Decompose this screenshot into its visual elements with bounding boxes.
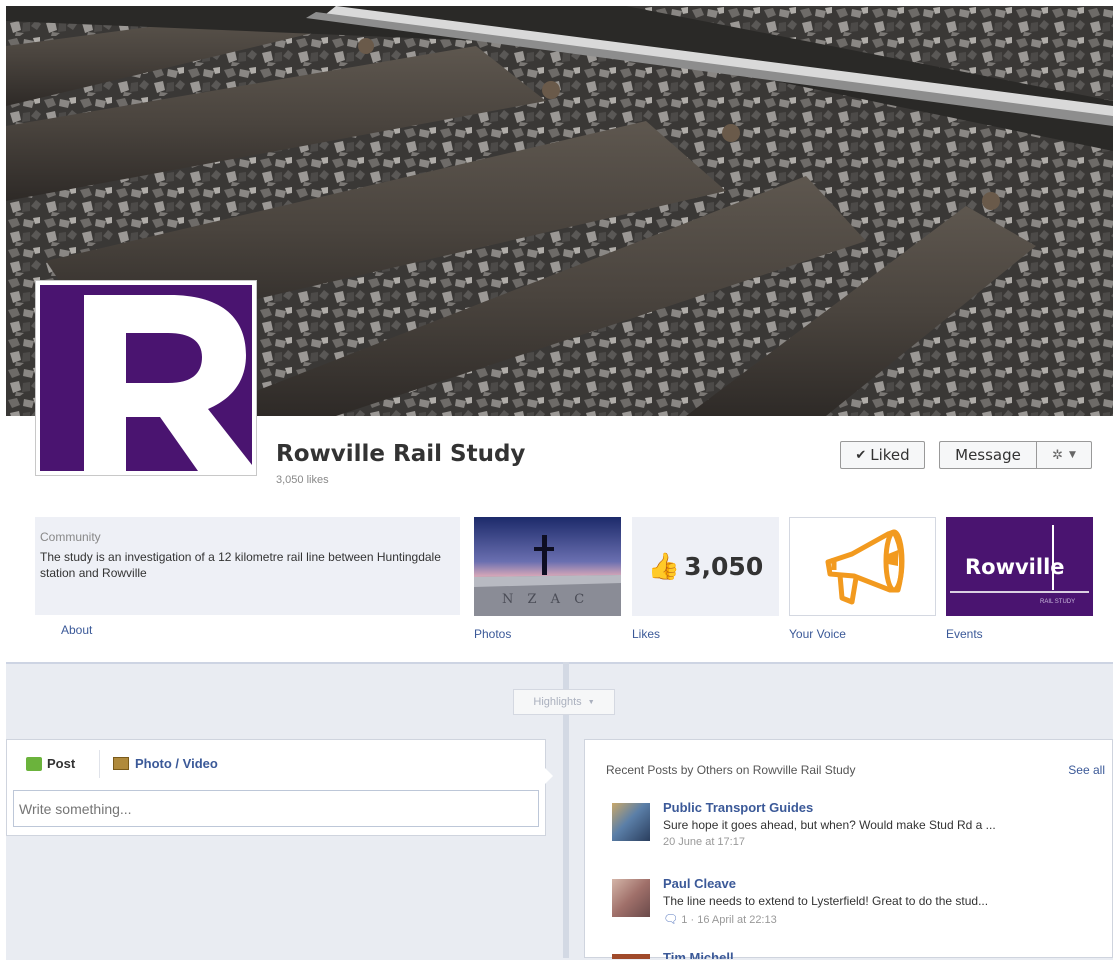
- post-composer: Post Photo / Video: [6, 739, 546, 836]
- chevron-down-icon: ▼: [587, 698, 595, 706]
- post-author-name[interactable]: Paul Cleave: [663, 876, 736, 891]
- tab-your-voice[interactable]: Your Voice: [789, 627, 846, 641]
- message-button[interactable]: Message: [939, 441, 1036, 469]
- write-something-input[interactable]: [13, 790, 539, 827]
- post-author-name[interactable]: Public Transport Guides: [663, 800, 813, 815]
- composer-tab-divider: [99, 750, 100, 778]
- see-all-link[interactable]: See all: [1068, 763, 1105, 777]
- rowville-logo-line: [950, 591, 1089, 593]
- recent-post-item[interactable]: Paul Cleave The line needs to extend to …: [612, 876, 1072, 926]
- post-timestamp[interactable]: 20 June at 17:17: [663, 836, 745, 848]
- post-author-avatar: [612, 879, 650, 917]
- recent-posts-box: Recent Posts by Others on Rowville Rail …: [584, 739, 1113, 959]
- tab-events-tile[interactable]: Rowville RAIL STUDY: [946, 517, 1093, 616]
- chevron-down-icon: ▼: [1068, 450, 1076, 460]
- tab-likes[interactable]: Likes: [632, 627, 660, 641]
- composer-tab-post[interactable]: Post: [26, 756, 75, 771]
- page-likes-count: 3,050 likes: [276, 474, 329, 486]
- recent-post-item[interactable]: Public Transport Guides Sure hope it goe…: [612, 800, 1072, 850]
- likes-tile-count: 3,050: [684, 552, 764, 581]
- composer-tab-photo-video[interactable]: Photo / Video: [113, 756, 218, 771]
- photo-icon: [113, 757, 129, 770]
- post-meta: 🗨 1 · 16 April at 22:13: [663, 912, 777, 926]
- profile-picture[interactable]: [35, 280, 257, 476]
- liked-button[interactable]: ✔ Liked: [840, 441, 925, 469]
- composer-pointer: [545, 768, 553, 784]
- highlights-label: Highlights: [533, 696, 582, 708]
- tab-your-voice-tile[interactable]: [789, 517, 936, 616]
- settings-dropdown-button[interactable]: ✲ ▼: [1036, 441, 1092, 469]
- highlights-dropdown[interactable]: Highlights ▼: [513, 689, 615, 715]
- liked-button-label: Liked: [870, 446, 910, 464]
- tab-photos[interactable]: Photos: [474, 627, 511, 641]
- about-link[interactable]: About: [61, 623, 92, 637]
- post-timestamp[interactable]: 16 April at 22:13: [697, 914, 777, 926]
- rowville-logo-bar: [1052, 525, 1054, 590]
- post-author-avatar: [612, 803, 650, 841]
- composer-tab-photo-video-label: Photo / Video: [135, 756, 218, 771]
- comment-icon: 🗨: [663, 912, 679, 926]
- about-summary[interactable]: Community The study is an investigation …: [35, 517, 460, 615]
- thumbs-up-icon: 👍: [647, 551, 681, 581]
- post-excerpt: The line needs to extend to Lysterfield!…: [663, 894, 989, 908]
- page-description: The study is an investigation of a 12 ki…: [40, 550, 441, 580]
- anzac-memorial-inscription: N Z A C: [502, 592, 589, 607]
- rowville-logo-text: Rowville: [965, 555, 1065, 579]
- status-icon: [26, 756, 42, 771]
- tab-photos-thumbnail[interactable]: N Z A C: [474, 517, 621, 616]
- rowville-logo-subtext: RAIL STUDY: [1040, 599, 1076, 605]
- comment-count[interactable]: 1: [681, 914, 687, 926]
- page-title[interactable]: Rowville Rail Study: [276, 441, 525, 467]
- megaphone-icon: [825, 529, 905, 605]
- composer-tab-post-label: Post: [47, 756, 76, 771]
- checkmark-icon: ✔: [855, 447, 867, 463]
- tab-likes-tile[interactable]: 👍 3,050: [632, 517, 779, 616]
- gear-icon: ✲: [1052, 447, 1063, 463]
- recent-posts-title: Recent Posts by Others on Rowville Rail …: [606, 763, 856, 777]
- post-excerpt: Sure hope it goes ahead, but when? Would…: [663, 818, 996, 832]
- post-author-avatar: [612, 954, 650, 959]
- tab-events[interactable]: Events: [946, 627, 983, 641]
- page-category: Community: [40, 530, 101, 544]
- rowville-r-logo: [40, 285, 252, 471]
